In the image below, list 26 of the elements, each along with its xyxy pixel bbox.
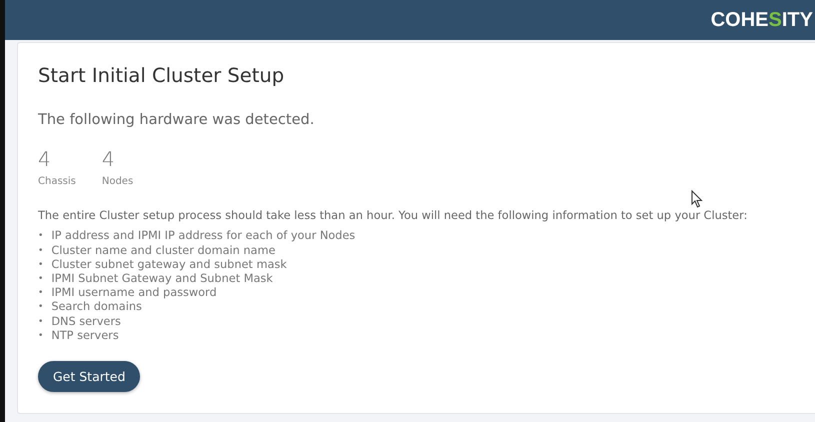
bullet: • xyxy=(38,258,44,272)
requirement-text: IP address and IPMI IP address for each of your Nodes xyxy=(51,229,356,244)
requirement-text: IPMI Subnet Gateway and Subnet Mask xyxy=(51,272,273,286)
requirement-text: Cluster subnet gateway and subnet mask xyxy=(51,258,287,272)
bullet: • xyxy=(38,287,44,300)
bullet: • xyxy=(38,301,44,314)
requirement-text: NTP servers xyxy=(51,328,119,343)
intro-text: The entire Cluster setup process should take less than an hour. You will need the following information to set up your Cluster: xyxy=(38,209,748,222)
requirement-text: IPMI username and password xyxy=(51,286,217,300)
get-started-button[interactable]: Get Started xyxy=(38,360,140,392)
bullet: • xyxy=(38,316,44,329)
bullet: • xyxy=(38,272,44,286)
stat-value: 4 xyxy=(38,148,52,170)
bullet: • xyxy=(38,330,44,343)
cursor-icon xyxy=(691,190,703,208)
stat-value: 4 xyxy=(102,148,116,170)
requirement-text: Search domains xyxy=(51,300,142,315)
hardware-detected-text: The following hardware was detected. xyxy=(38,112,314,128)
requirement-text: Cluster name and cluster domain name xyxy=(51,244,276,258)
card-title: Start Initial Cluster Setup xyxy=(38,63,284,88)
requirement-text: DNS servers xyxy=(51,314,121,329)
stat-label: Nodes xyxy=(102,176,134,188)
bullet: • xyxy=(38,230,44,244)
bullet: • xyxy=(38,244,44,258)
logo: COHESITY xyxy=(710,8,813,32)
stat-label: Chassis xyxy=(38,176,76,188)
